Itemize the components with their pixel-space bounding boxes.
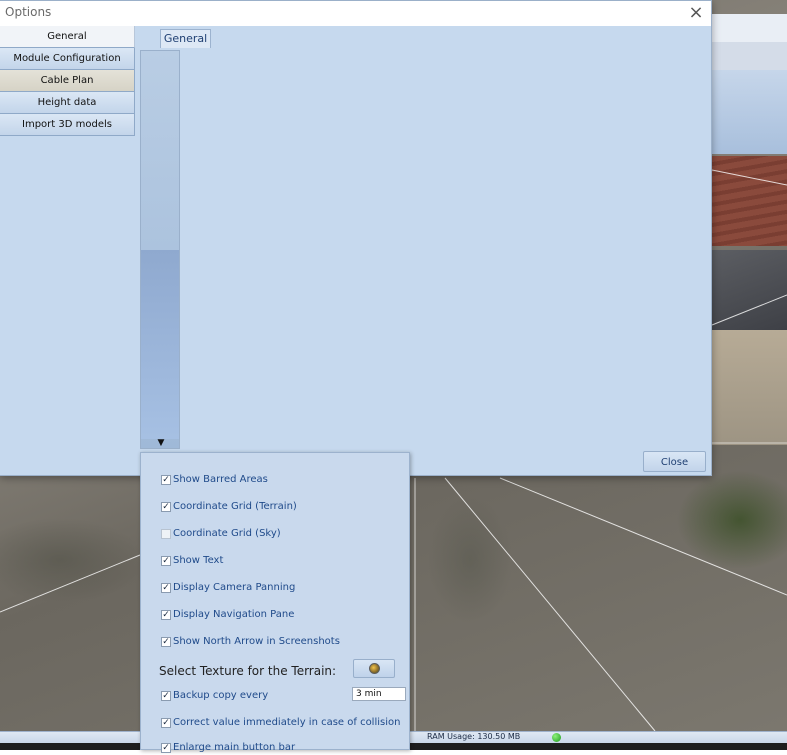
backup-interval-input[interactable] bbox=[352, 687, 406, 701]
dialog-titlebar[interactable]: Options × bbox=[0, 1, 711, 26]
dialog-title: Options bbox=[5, 5, 52, 19]
checkbox[interactable]: ✓ bbox=[161, 502, 171, 512]
checkbox[interactable]: ✓ bbox=[161, 475, 171, 485]
options-nav: General Module Configuration Cable Plan … bbox=[0, 26, 135, 446]
tab-general[interactable]: General bbox=[160, 29, 211, 48]
ram-usage-label: RAM Usage: 130.50 MB bbox=[427, 732, 521, 741]
nav-item-general[interactable]: General bbox=[0, 26, 135, 48]
general-options-panel: ✓ Show Barred Areas ✓ Coordinate Grid (T… bbox=[140, 452, 410, 753]
checkbox[interactable]: ✓ bbox=[161, 637, 171, 647]
nav-item-module-configuration[interactable]: Module Configuration bbox=[0, 48, 135, 70]
close-button[interactable]: Close bbox=[643, 451, 706, 472]
terrain-texture-button[interactable] bbox=[353, 659, 395, 678]
options-content bbox=[135, 26, 711, 446]
checkbox[interactable]: ✓ bbox=[161, 556, 171, 566]
nav-item-import-3d-models[interactable]: Import 3D models bbox=[0, 114, 135, 136]
checkbox[interactable]: ✓ bbox=[161, 743, 171, 753]
terrain-texture-label: Select Texture for the Terrain: bbox=[159, 664, 337, 678]
nav-item-height-data[interactable]: Height data bbox=[0, 92, 135, 114]
globe-texture-icon bbox=[369, 663, 380, 674]
nav-item-cable-plan[interactable]: Cable Plan bbox=[0, 70, 135, 92]
checkbox[interactable]: ✓ bbox=[161, 718, 171, 728]
close-icon[interactable]: × bbox=[686, 3, 706, 23]
checkbox[interactable]: ✓ bbox=[161, 583, 171, 593]
vertical-slider-fill bbox=[141, 250, 179, 439]
options-dialog: Options × General Module Configuration C… bbox=[0, 0, 712, 476]
checkbox[interactable] bbox=[161, 529, 171, 539]
green-dot-icon bbox=[552, 733, 561, 742]
checkbox[interactable]: ✓ bbox=[161, 691, 171, 701]
checkbox[interactable]: ✓ bbox=[161, 610, 171, 620]
triangle-down-icon[interactable]: ▼ bbox=[155, 438, 167, 448]
